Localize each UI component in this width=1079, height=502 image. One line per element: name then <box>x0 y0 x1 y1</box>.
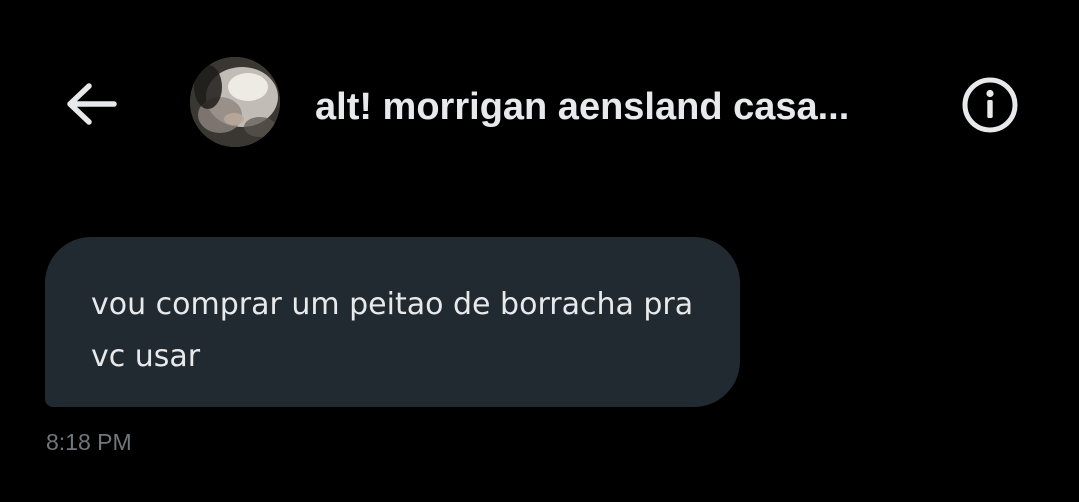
avatar-image <box>190 57 280 147</box>
conversation-info-button[interactable] <box>950 72 1030 138</box>
back-button[interactable] <box>56 72 128 136</box>
conversation-header: alt! morrigan aensland casa... <box>0 0 1079 200</box>
message-timestamp: 8:18 PM <box>46 429 132 455</box>
message-text: vou comprar um peitao de borracha pra vc… <box>91 287 694 374</box>
contact-name[interactable]: alt! morrigan aensland casa... <box>315 82 925 132</box>
message-bubble[interactable]: vou comprar um peitao de borracha pra vc… <box>45 237 740 407</box>
arrow-left-icon <box>67 83 117 125</box>
avatar[interactable] <box>190 57 280 147</box>
info-circle-icon <box>962 77 1018 133</box>
